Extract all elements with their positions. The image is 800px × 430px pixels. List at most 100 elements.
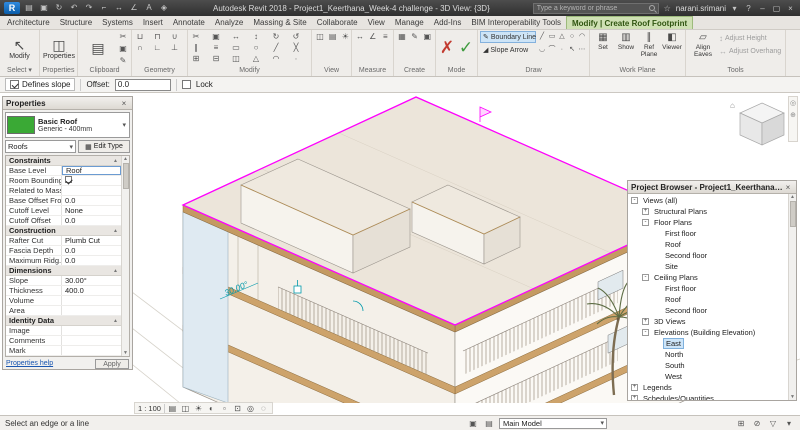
match-type-icon[interactable]: ✎ [117, 55, 129, 66]
property-row-cutoff-level[interactable]: Cutoff Level None [6, 206, 121, 216]
expander-icon[interactable]: - [642, 219, 649, 226]
tab-collaborate[interactable]: Collaborate [312, 16, 363, 29]
measure-tool-icon[interactable]: ↔ [354, 31, 366, 42]
slope-arrow-button[interactable]: ◢ Slope Arrow [480, 44, 536, 56]
scrollbar-thumb[interactable] [122, 163, 129, 189]
pick-lines-icon[interactable]: ↖ [567, 44, 577, 56]
star-icon[interactable]: ☆ [662, 4, 673, 13]
show-work-plane-button[interactable]: ▥ Show [615, 31, 637, 58]
maximize-button[interactable]: ▢ [771, 4, 782, 13]
draw-polygon-icon[interactable]: △ [557, 31, 567, 43]
expander-icon[interactable]: + [631, 395, 638, 400]
property-row-mark[interactable]: Mark [6, 346, 121, 356]
property-row-room-bounding[interactable]: Room Bounding [6, 176, 121, 186]
user-caret-icon[interactable]: ▾ [729, 4, 740, 13]
sync-icon[interactable]: ↻ [53, 1, 65, 15]
text-icon[interactable]: A [143, 1, 155, 15]
align-eaves-button[interactable]: ▱ Align Eaves [688, 31, 718, 58]
tree-item-south[interactable]: South [628, 360, 788, 371]
collapse-icon[interactable]: ▲ [113, 156, 118, 165]
expander-icon[interactable]: - [631, 197, 638, 204]
demolish-icon[interactable]: △ [250, 53, 262, 64]
property-row-fascia-depth[interactable]: Fascia Depth 0.0 [6, 246, 121, 256]
property-row-area[interactable]: Area [6, 306, 121, 316]
active-design-option-dropdown[interactable]: Main Model ▾ [499, 417, 607, 429]
room-bounding-checkbox[interactable] [65, 176, 72, 183]
override-icon[interactable]: ▤ [327, 31, 339, 42]
modify-button[interactable]: ↖ Modify [3, 31, 37, 65]
chevron-down-icon[interactable]: ▾ [120, 121, 128, 129]
offset-input[interactable] [114, 78, 171, 91]
temporary-hide-icon[interactable]: ◎ [245, 404, 256, 413]
more-modify-icon[interactable]: ∙ [290, 53, 302, 64]
draw-circle-icon[interactable]: ○ [567, 31, 577, 43]
crop-view-icon[interactable]: ▫ [219, 404, 230, 413]
pick-walls-icon[interactable]: ⋯ [577, 44, 587, 56]
user-name[interactable]: narani.srimani [676, 4, 726, 13]
property-group-dimensions[interactable]: Dimensions ▲ [6, 266, 121, 276]
tree-item-3d-views[interactable]: +3D Views [628, 316, 788, 327]
default-3d-view-icon[interactable]: ◈ [158, 1, 170, 15]
tab-massing-site[interactable]: Massing & Site [248, 16, 311, 29]
property-row-base-level[interactable]: Base Level Roof [6, 166, 121, 176]
expander-icon[interactable]: - [642, 274, 649, 281]
array-icon[interactable]: ≡ [210, 42, 222, 53]
draw-arc2-icon[interactable]: ◡ [537, 44, 547, 56]
scrollbar-thumb[interactable] [789, 201, 796, 227]
property-group-construction[interactable]: Construction ▲ [6, 226, 121, 236]
navigation-bar[interactable]: ◎ ⊕ [788, 96, 798, 142]
copy-modify-icon[interactable]: ▣ [210, 31, 222, 42]
property-row-comments[interactable]: Comments [6, 336, 121, 346]
draw-point-icon[interactable]: ∙ [557, 44, 567, 56]
draw-line-icon[interactable]: ╱ [537, 31, 547, 43]
expander-icon[interactable]: + [642, 208, 649, 215]
expander-icon[interactable]: + [642, 318, 649, 325]
cancel-edit-mode-button[interactable]: ✗ [438, 31, 456, 65]
search-box[interactable]: Type a keyword or phrase [532, 2, 659, 14]
property-group-constraints[interactable]: Constraints ▲ [6, 156, 121, 166]
category-filter-dropdown[interactable]: Roofs ▾ [5, 140, 76, 153]
property-row-slope[interactable]: Slope 30.00° [6, 276, 121, 286]
tree-item-legends[interactable]: + Legends [628, 382, 788, 393]
tab-bim-interoperability[interactable]: BIM Interoperability Tools [466, 16, 566, 29]
unpin-icon[interactable]: ╳ [290, 42, 302, 53]
show-crop-icon[interactable]: ⊡ [232, 404, 243, 413]
mirror-icon[interactable]: ↺ [290, 31, 302, 42]
property-row-base-offset[interactable]: Base Offset Fro... 0.0 [6, 196, 121, 206]
editable-only-icon[interactable]: ⊘ [751, 419, 763, 428]
cut-geometry-icon[interactable]: ⊓ [151, 31, 163, 42]
rotate-icon[interactable]: ↻ [270, 31, 282, 42]
view-scale[interactable]: 1 : 100 [138, 403, 165, 413]
measure-icon[interactable]: ↔ [113, 1, 125, 15]
section-icon[interactable]: ⌐ [98, 1, 110, 15]
tab-manage[interactable]: Manage [390, 16, 429, 29]
properties-palette-header[interactable]: Properties × [3, 97, 132, 110]
exclude-options-icon[interactable]: ⊞ [735, 419, 747, 428]
tree-item-north[interactable]: North [628, 349, 788, 360]
properties-button[interactable]: ◫ Properties [42, 31, 76, 65]
property-row-thickness[interactable]: Thickness 400.0 [6, 286, 121, 296]
draw-tangent-arc-icon[interactable]: ⌒ [547, 44, 557, 56]
revit-logo[interactable]: R [4, 2, 20, 14]
properties-help-link[interactable]: Properties help [6, 360, 53, 367]
cope-icon[interactable]: ⊔ [134, 31, 146, 42]
property-row-volume[interactable]: Volume [6, 296, 121, 306]
tree-item-east[interactable]: East [628, 338, 788, 349]
design-options-icon[interactable]: ▤ [483, 419, 495, 428]
ref-plane-button[interactable]: ∥ Ref Plane [638, 31, 660, 58]
open-icon[interactable]: ▤ [23, 1, 35, 15]
undo-icon[interactable]: ↶ [68, 1, 80, 15]
shadows-icon[interactable]: ◐ [206, 404, 217, 413]
dimension-icon[interactable]: ∠ [128, 1, 140, 15]
split-icon[interactable]: ✂ [190, 31, 202, 42]
search-icon[interactable] [648, 5, 655, 11]
filter-icon[interactable]: ▽ [767, 419, 779, 428]
hide-icon[interactable]: ☀ [339, 31, 351, 42]
scroll-down-icon[interactable]: ▼ [123, 350, 128, 356]
selection-toggle-icon[interactable]: ▾ [783, 419, 795, 428]
tree-item-views-all[interactable]: - Views (all) [628, 195, 788, 206]
tree-item-floor-plans[interactable]: - Floor Plans [628, 217, 788, 228]
steering-wheel-icon[interactable]: ◎ [790, 100, 796, 108]
redo-icon[interactable]: ↷ [83, 1, 95, 15]
reveal-hidden-icon[interactable]: ◌ [258, 404, 269, 413]
